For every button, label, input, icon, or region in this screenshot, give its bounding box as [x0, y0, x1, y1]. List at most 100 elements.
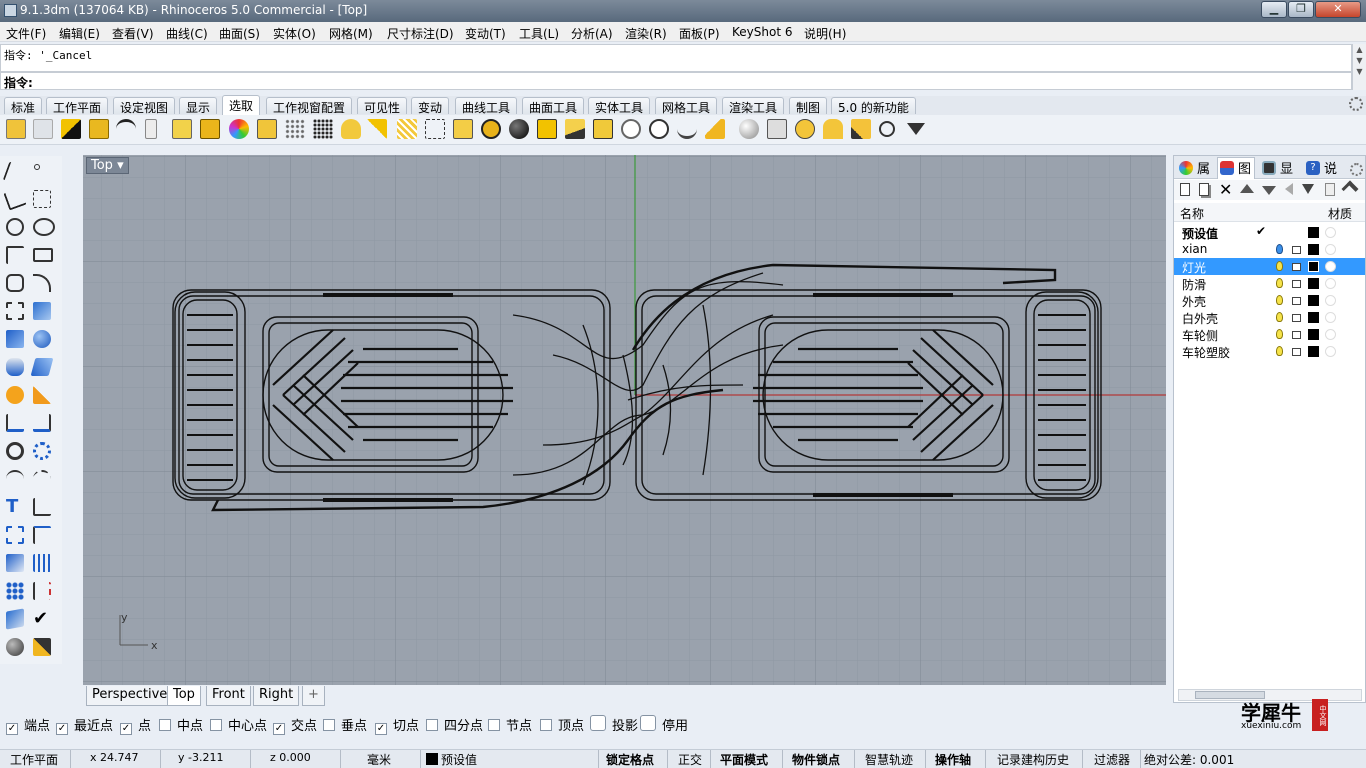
checkbox[interactable]: [426, 719, 438, 731]
ellipse-icon[interactable]: [33, 218, 55, 236]
select-groups-icon[interactable]: [453, 119, 473, 139]
explode-icon[interactable]: [6, 386, 24, 404]
select-blocks-icon[interactable]: [200, 119, 220, 139]
layer-row[interactable]: 白外壳: [1174, 309, 1365, 326]
extrude-surface-icon[interactable]: [33, 302, 51, 320]
contour-icon[interactable]: [33, 554, 51, 572]
ungroup-icon[interactable]: [33, 442, 51, 460]
command-scrollbar[interactable]: ▲ ▼ ▼: [1352, 44, 1366, 90]
polygon-icon[interactable]: [6, 274, 24, 292]
menu-file[interactable]: 文件(F): [6, 25, 46, 42]
analysis-icon[interactable]: [6, 638, 24, 656]
render-icon[interactable]: [6, 554, 24, 572]
select-annotations-icon[interactable]: [172, 119, 192, 139]
select-dupes-icon[interactable]: [341, 119, 361, 139]
mesh-plane-icon[interactable]: [30, 358, 54, 376]
split-icon[interactable]: [33, 414, 51, 432]
layer-color-swatch[interactable]: [1308, 295, 1319, 306]
menu-transform[interactable]: 变动(T): [465, 25, 506, 42]
light-bulb-icon[interactable]: [1276, 244, 1283, 254]
lock-icon[interactable]: [1292, 314, 1301, 322]
join-icon[interactable]: [33, 386, 51, 404]
select-bad-objects-icon[interactable]: [593, 119, 613, 139]
menu-edit[interactable]: 编辑(E): [59, 25, 100, 42]
tab-render-tools[interactable]: 渲染工具: [722, 97, 785, 115]
rectangle-icon[interactable]: [33, 248, 53, 262]
select-control-points-icon[interactable]: [33, 119, 53, 139]
layer-row[interactable]: 防滑: [1174, 275, 1365, 292]
select-planar-icon[interactable]: [565, 119, 585, 139]
blend-curve-icon[interactable]: [6, 470, 24, 488]
osnap-center[interactable]: 中心点: [210, 715, 267, 734]
checkbox[interactable]: ✓: [273, 723, 285, 735]
layer-color-swatch[interactable]: [1308, 227, 1319, 238]
checkbox[interactable]: [488, 719, 500, 731]
layer-document-icon[interactable]: [1325, 183, 1335, 196]
status-grid-snap[interactable]: 锁定格点: [606, 751, 654, 768]
checkbox[interactable]: [323, 719, 335, 731]
select-clipping-planes-icon[interactable]: [677, 119, 697, 139]
tab-new-in-v5[interactable]: 5.0 的新功能: [831, 97, 916, 115]
magnifier-icon[interactable]: [879, 121, 895, 137]
select-boxes-icon[interactable]: [767, 119, 787, 139]
viewport-tab-perspective[interactable]: Perspective: [86, 686, 174, 706]
osnap-vertex[interactable]: 顶点: [540, 715, 584, 734]
status-planar[interactable]: 平面模式: [720, 751, 768, 768]
checkbox[interactable]: [210, 719, 222, 731]
filter-icon[interactable]: [907, 123, 925, 135]
tab-visibility[interactable]: 可见性: [357, 97, 408, 115]
select-polysurfaces-icon[interactable]: [89, 119, 109, 139]
column-material[interactable]: 材质: [1328, 205, 1352, 222]
select-render-objects-icon[interactable]: [481, 119, 501, 139]
select-details-icon[interactable]: [795, 119, 815, 139]
status-layer[interactable]: 预设值: [441, 751, 477, 768]
menu-solid[interactable]: 实体(O): [273, 25, 316, 42]
fillet-curves-icon[interactable]: [33, 274, 51, 292]
tab-viewport-layout[interactable]: 工作视窗配置: [266, 97, 353, 115]
lock-icon[interactable]: [1292, 280, 1301, 288]
panel-tab-help[interactable]: ? 说: [1304, 158, 1337, 178]
panel-tab-display[interactable]: 显: [1260, 158, 1293, 178]
minimize-button[interactable]: ▁: [1261, 1, 1287, 18]
status-filter[interactable]: 过滤器: [1094, 751, 1130, 768]
menu-render[interactable]: 渲染(R): [625, 25, 667, 42]
move-up-icon[interactable]: [1240, 184, 1254, 193]
menu-view[interactable]: 查看(V): [112, 25, 154, 42]
status-osnap[interactable]: 物件锁点: [792, 751, 840, 768]
tab-set-view[interactable]: 设定视图: [113, 97, 176, 115]
surface-corner-icon[interactable]: [6, 302, 24, 320]
cylinder-icon[interactable]: [6, 358, 24, 376]
layer-row[interactable]: 车轮塑胶: [1174, 343, 1365, 360]
light-bulb-icon[interactable]: [1276, 295, 1283, 305]
rhino-app-icon[interactable]: [4, 4, 17, 17]
toggle-button[interactable]: [640, 715, 656, 731]
light-bulb-icon[interactable]: [1276, 329, 1283, 339]
tab-select[interactable]: 选取: [222, 95, 261, 115]
close-button[interactable]: ✕: [1315, 1, 1361, 18]
select-text-icon[interactable]: [705, 119, 725, 139]
layer-color-swatch[interactable]: [1308, 278, 1319, 289]
tab-solid-tools[interactable]: 实体工具: [588, 97, 651, 115]
layer-material-swatch[interactable]: [1325, 227, 1336, 238]
checkbox[interactable]: ✓: [6, 723, 18, 735]
new-sublayer-icon[interactable]: [1199, 183, 1209, 196]
text-icon[interactable]: T: [6, 498, 24, 516]
select-brush-icon[interactable]: [851, 119, 871, 139]
checkbox[interactable]: ✓: [56, 723, 68, 735]
status-units[interactable]: 毫米: [367, 751, 391, 768]
osnap-tangent[interactable]: ✓ 切点: [375, 715, 419, 735]
lock-icon[interactable]: [1292, 263, 1301, 271]
osnap-near[interactable]: ✓ 最近点: [56, 715, 113, 735]
status-smarttrack[interactable]: 智慧轨迹: [865, 751, 913, 768]
panel-tab-layers[interactable]: 图: [1217, 157, 1255, 179]
command-line[interactable]: 指令:: [0, 72, 1352, 90]
polyline-icon[interactable]: [3, 187, 27, 211]
select-spheres-icon[interactable]: [739, 119, 759, 139]
lock-icon[interactable]: [1292, 348, 1301, 356]
status-gumball[interactable]: 操作轴: [935, 751, 971, 768]
tab-surface-tools[interactable]: 曲面工具: [522, 97, 585, 115]
osnap-perp[interactable]: 垂点: [323, 715, 367, 734]
layer-color-swatch[interactable]: [1308, 312, 1319, 323]
select-by-color-icon[interactable]: [229, 119, 249, 139]
select-by-layer-icon[interactable]: [257, 119, 277, 139]
